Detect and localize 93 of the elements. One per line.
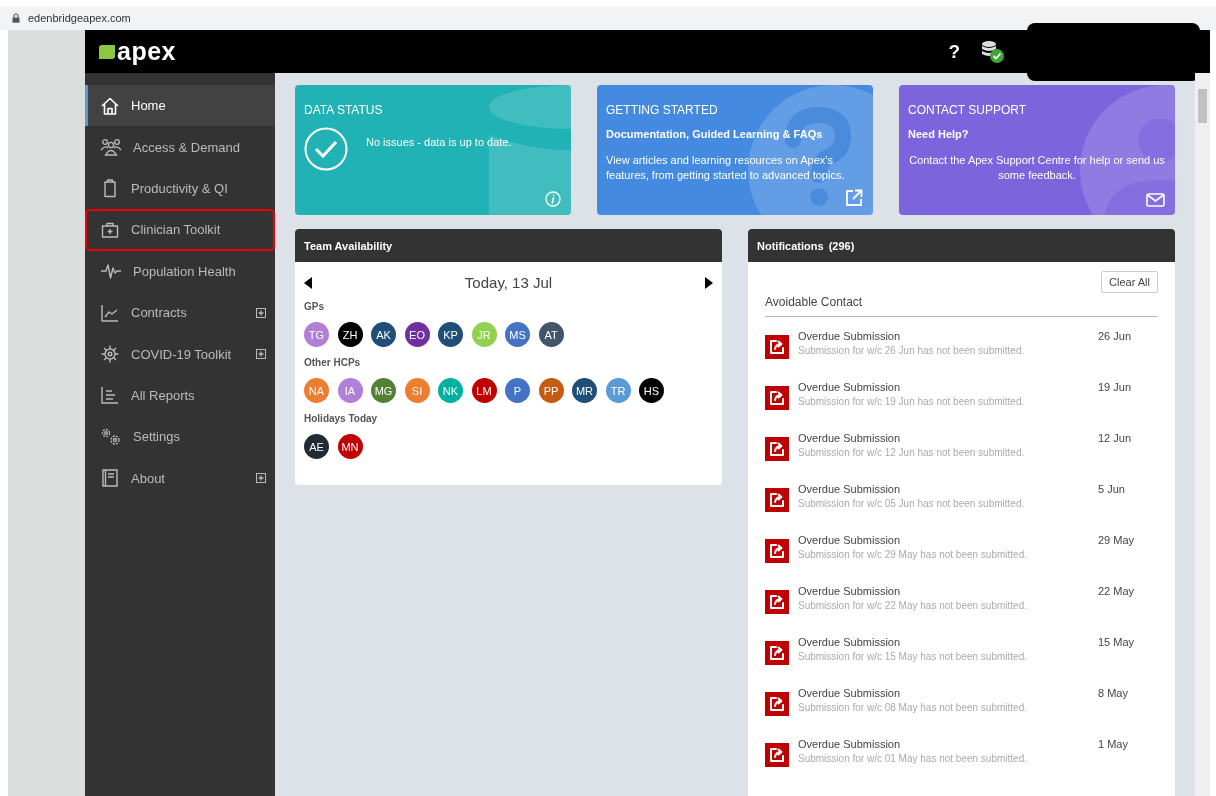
- avatar[interactable]: AE: [304, 434, 329, 459]
- notification-detail: Submission for w/c 19 Jun has not been submitted.: [798, 396, 1026, 407]
- notification-title[interactable]: Overdue Submission: [798, 330, 1089, 342]
- notification-detail: Submission for w/c 29 May has not been submitted.: [798, 549, 1028, 560]
- notification-detail: Submission for w/c 05 Jun has not been submitted.: [798, 498, 1026, 509]
- logo-text[interactable]: apex: [117, 37, 176, 66]
- check-circle-icon: [304, 127, 348, 171]
- notification-title[interactable]: Overdue Submission: [798, 636, 1089, 648]
- notification-detail: Submission for w/c 26 Jun has not been submitted.: [798, 345, 1026, 356]
- contact-support-card[interactable]: CONTACT SUPPORT Need Help? Contact the Apex Support Centre for help or send us some feedback.: [899, 85, 1175, 215]
- notification-detail: Submission for w/c 08 May has not been submitted.: [798, 702, 1028, 713]
- avatar[interactable]: MR: [572, 378, 597, 403]
- notification-detail: Submission for w/c 22 May has not been submitted.: [798, 600, 1028, 611]
- status-message: No issues - data is up to date.: [366, 136, 512, 150]
- avatar[interactable]: AK: [371, 322, 396, 347]
- avatar[interactable]: MN: [337, 434, 363, 459]
- avatar[interactable]: PP: [538, 378, 564, 403]
- card-subtitle: Documentation, Guided Learning & FAQs: [606, 128, 824, 140]
- notification-title[interactable]: Overdue Submission: [798, 687, 1089, 699]
- card-description: Contact the Apex Support Centre for help or send us some feedback.: [908, 153, 1166, 183]
- card-subtitle: Need Help?: [908, 128, 970, 140]
- sidebar-item[interactable]: Productivity & QI: [85, 167, 275, 210]
- notification-detail: Submission for w/c 01 May has not been submitted.: [798, 753, 1028, 764]
- card-title: DATA STATUS: [304, 103, 384, 117]
- sidebar-item[interactable]: Contracts: [85, 291, 275, 334]
- notification-date: 15 May: [1098, 636, 1136, 650]
- gear-icon: [100, 344, 120, 365]
- notification-date: 29 May: [1098, 534, 1136, 548]
- sidebar-item[interactable]: Settings: [85, 416, 275, 458]
- group-label: Other HCPs: [304, 357, 362, 368]
- previous-arrow-icon[interactable]: [304, 276, 312, 289]
- date-label: Today, 13 Jul: [464, 274, 553, 291]
- sidebar-item[interactable]: Home: [85, 85, 275, 127]
- gears-icon: [100, 426, 122, 447]
- notification-detail: Submission for w/c 15 May has not been submitted.: [798, 651, 1028, 662]
- avatar[interactable]: LM: [471, 378, 497, 403]
- avatar[interactable]: P: [505, 378, 530, 403]
- notification-title[interactable]: Overdue Submission: [798, 738, 1089, 750]
- notification-title[interactable]: Overdue Submission: [798, 483, 1089, 495]
- next-arrow-icon[interactable]: [705, 276, 713, 289]
- notification-title[interactable]: Overdue Submission: [798, 432, 1089, 444]
- sidebar-item[interactable]: Clinician Toolkit: [85, 209, 275, 251]
- expand-icon[interactable]: [256, 349, 266, 360]
- help-button[interactable]: ?: [948, 40, 960, 63]
- group-label: Holidays Today: [304, 413, 379, 424]
- sidebar-item[interactable]: All Reports: [85, 374, 275, 417]
- line-chart-icon: [100, 302, 120, 323]
- avatar[interactable]: EO: [404, 322, 430, 347]
- notification-date: 26 Jun: [1098, 330, 1133, 344]
- card-description: View articles and learning resources on Apex’s features, from getting started to advanced topics.: [606, 153, 846, 183]
- sidebar-item[interactable]: COVID-19 Toolkit: [85, 333, 275, 375]
- notification-date: 8 May: [1098, 687, 1129, 701]
- expand-icon[interactable]: [256, 307, 266, 318]
- clear-all-button[interactable]: Clear All: [1101, 271, 1158, 293]
- sidebar-item[interactable]: Population Health: [85, 250, 275, 292]
- lock-icon: [12, 13, 20, 23]
- sidebar-item[interactable]: Access & Demand: [85, 126, 275, 168]
- database-check-icon[interactable]: [980, 39, 1006, 64]
- avatar[interactable]: KP: [438, 322, 463, 347]
- leaf-logo-icon: [99, 44, 115, 59]
- getting-started-card[interactable]: GETTING STARTED Documentation, Guided Learning & FAQs View articles and learning resources on Apex’s features, from getting started to advanced topics.: [597, 85, 873, 215]
- scrollbar[interactable]: [1195, 73, 1210, 796]
- avatar[interactable]: MG: [371, 378, 396, 403]
- card-title: CONTACT SUPPORT: [908, 103, 1027, 117]
- group-label: GPs: [304, 301, 325, 312]
- people-icon: [100, 137, 122, 158]
- notification-detail: Submission for w/c 12 Jun has not been submitted.: [798, 447, 1026, 458]
- expand-icon[interactable]: [256, 473, 266, 484]
- url-text[interactable]: edenbridgeapex.com: [28, 12, 131, 24]
- notification-date: 1 May: [1098, 738, 1129, 752]
- avatar[interactable]: ZH: [337, 322, 363, 347]
- notification-date: 12 Jun: [1098, 432, 1133, 446]
- external-link-icon[interactable]: [845, 189, 863, 207]
- sidebar-item[interactable]: About: [85, 457, 275, 499]
- card-title: GETTING STARTED: [606, 103, 719, 117]
- notification-title[interactable]: Overdue Submission: [798, 585, 1089, 597]
- notification-title[interactable]: Overdue Submission: [798, 381, 1089, 393]
- section-heading: Avoidable Contact: [765, 293, 1158, 317]
- notification-title[interactable]: Overdue Submission: [798, 534, 1089, 546]
- book-icon: [100, 468, 120, 489]
- avatar[interactable]: AT: [538, 322, 564, 347]
- reports-icon: [100, 385, 120, 406]
- envelope-icon[interactable]: [1146, 193, 1165, 207]
- notification-date: 22 May: [1098, 585, 1136, 599]
- panel-title: Team Availability: [304, 239, 393, 252]
- panel-title: Notifications: [757, 239, 824, 252]
- pulse-icon: [100, 261, 122, 282]
- notification-count: (296): [828, 239, 855, 252]
- avatar[interactable]: MS: [505, 322, 530, 347]
- home-icon: [100, 95, 120, 116]
- avatar[interactable]: HS: [639, 378, 664, 403]
- notification-date: 5 Jun: [1098, 483, 1126, 497]
- notification-date: 19 Jun: [1098, 381, 1133, 395]
